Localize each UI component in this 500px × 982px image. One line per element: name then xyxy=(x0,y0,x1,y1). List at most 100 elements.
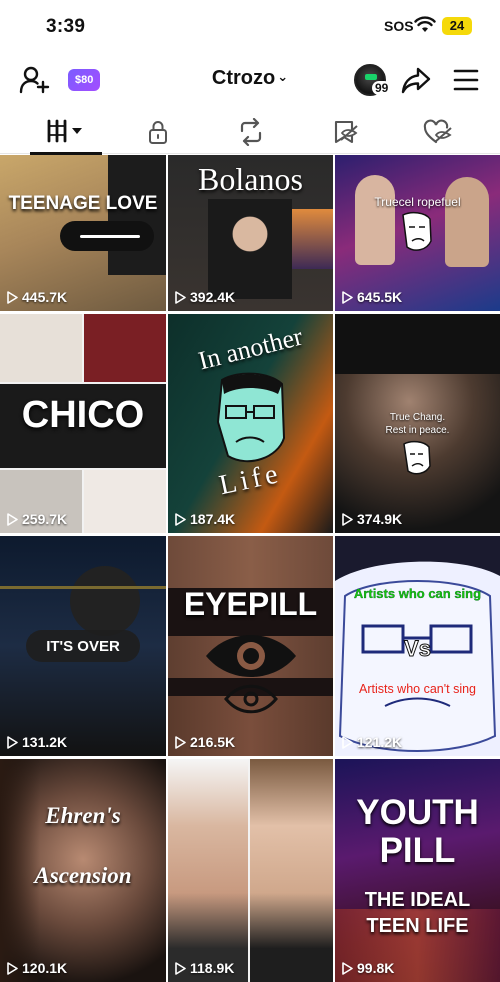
view-count-value: 259.7K xyxy=(22,511,68,527)
thumbnail-caption-mid: Vs xyxy=(404,636,432,662)
thumbnail-caption: Bolanos xyxy=(198,161,303,197)
view-count-value: 392.4K xyxy=(190,289,236,305)
view-count-value: 645.5K xyxy=(357,289,403,305)
view-count-value: 131.2K xyxy=(22,734,68,750)
thumbnail-caption-line1: Ehren's xyxy=(45,803,121,828)
repost-icon xyxy=(240,118,262,146)
view-count-value: 99.8K xyxy=(357,960,395,976)
view-count: 187.4K xyxy=(175,511,235,527)
thumbnail-caption-top: Artists who can sing xyxy=(353,586,482,601)
crying-wojak-icon xyxy=(216,372,286,463)
person-right xyxy=(445,177,489,267)
username: Ctrozo xyxy=(211,67,276,89)
sos-indicator: SOS xyxy=(384,18,414,34)
profile-tabs xyxy=(0,110,500,155)
play-icon xyxy=(175,512,186,526)
thumbnail-caption-line2: Rest in peace. xyxy=(385,425,450,436)
view-count-value: 187.4K xyxy=(190,511,236,527)
head-silhouette xyxy=(70,566,140,636)
play-icon xyxy=(7,735,18,749)
username-switcher[interactable]: Ctrozo ⌄ xyxy=(212,67,288,90)
thumbnail-caption: IT'S OVER xyxy=(46,638,120,655)
view-count-value: 118.9K xyxy=(190,960,235,976)
view-count-value: 445.7K xyxy=(22,289,68,305)
video-thumbnail[interactable]: In another Life 187.4K xyxy=(168,314,333,533)
video-thumbnail[interactable]: IT'S OVER 131.2K xyxy=(0,536,166,756)
share-icon[interactable] xyxy=(401,66,431,94)
hair-shape xyxy=(335,314,500,374)
portrait-right xyxy=(250,759,333,982)
video-grid: TEENAGE LOVE 445.7K Bolanos 392.4K Truec… xyxy=(0,155,500,982)
video-thumbnail[interactable]: CHICO 259.7K xyxy=(0,314,166,533)
thumbnail-caption: EYEPILL xyxy=(183,586,318,622)
video-thumbnail[interactable]: YOUTH PILL THE IDEAL TEEN LIFE 99.8K xyxy=(335,759,500,982)
add-friend-icon[interactable] xyxy=(18,64,50,96)
play-icon xyxy=(7,512,18,526)
wojak-face-icon xyxy=(403,440,431,475)
battery-indicator: 24 xyxy=(442,17,472,35)
thumbnail-caption: CHICO xyxy=(21,394,145,436)
thumbnail-caption: Truecel ropefuel xyxy=(374,195,461,209)
view-count: 259.7K xyxy=(7,511,67,527)
view-count-value: 374.9K xyxy=(357,511,403,527)
thumbnail-caption-line1: True Chang. xyxy=(389,412,446,423)
video-thumbnail[interactable]: Bolanos 392.4K xyxy=(168,155,333,311)
heart-hidden-icon xyxy=(423,119,452,144)
video-thumbnail[interactable]: EYEPILL 216.5K xyxy=(168,536,333,756)
photo-tile xyxy=(0,314,82,382)
tab-reposts[interactable] xyxy=(200,110,300,154)
play-icon xyxy=(7,290,18,304)
figure-silhouette xyxy=(108,155,166,275)
portrait-left xyxy=(168,759,248,982)
play-icon xyxy=(342,961,353,975)
view-count: 121.2K xyxy=(342,734,402,750)
eye-symbol-icon xyxy=(206,635,296,677)
bookmark-hidden-icon xyxy=(334,120,358,144)
wojak-face-icon xyxy=(402,211,432,251)
view-count: 99.8K xyxy=(342,960,394,976)
play-icon xyxy=(7,961,18,975)
notification-count-badge: 99 xyxy=(372,81,392,95)
thumbnail-caption-bottom: Artists who can't sing xyxy=(358,682,477,696)
thumbnail-caption-line2: PILL xyxy=(379,831,456,870)
video-thumbnail[interactable]: Artists who can sing Vs Artists who can'… xyxy=(335,536,500,756)
view-count: 392.4K xyxy=(175,289,235,305)
video-thumbnail[interactable]: Ehren's Ascension 120.1K xyxy=(0,759,166,982)
menu-icon[interactable] xyxy=(453,68,479,92)
view-count: 645.5K xyxy=(342,289,402,305)
video-thumbnail[interactable]: Truecel ropefuel 645.5K xyxy=(335,155,500,311)
thumbnail-caption-line3: THE IDEAL xyxy=(364,889,471,911)
photo-tile xyxy=(84,314,166,382)
tab-favorites[interactable] xyxy=(294,110,394,154)
person-left xyxy=(355,175,395,265)
play-icon xyxy=(175,961,186,975)
tab-videos[interactable] xyxy=(8,110,108,155)
lock-icon xyxy=(149,121,167,144)
tab-liked[interactable] xyxy=(386,110,486,154)
light-streak xyxy=(0,586,166,589)
view-count-value: 216.5K xyxy=(190,734,236,750)
play-icon xyxy=(342,290,353,304)
view-count: 445.7K xyxy=(7,289,67,305)
coins-badge[interactable]: $80 xyxy=(68,69,101,91)
view-count: 374.9K xyxy=(342,511,402,527)
tab-private[interactable] xyxy=(108,110,208,154)
view-count: 216.5K xyxy=(175,734,235,750)
thumbnail-caption: TEENAGE LOVE xyxy=(8,193,158,214)
thumbnail-caption-line4: TEEN LIFE xyxy=(366,915,469,937)
thumbnail-caption-line2: Ascension xyxy=(34,863,132,888)
progress-pill xyxy=(60,221,154,251)
view-count: 120.1K xyxy=(7,960,67,976)
progress-line xyxy=(80,235,140,238)
video-thumbnail[interactable]: TEENAGE LOVE 445.7K xyxy=(0,155,166,311)
video-thumbnail[interactable]: 118.9K xyxy=(168,759,333,982)
sunset-block xyxy=(292,209,333,269)
play-icon xyxy=(342,735,353,749)
play-icon xyxy=(175,735,186,749)
video-thumbnail[interactable]: True Chang. Rest in peace. 374.9K xyxy=(335,314,500,533)
eyes-strip-top xyxy=(168,536,333,588)
play-icon xyxy=(175,290,186,304)
clock: 3:39 xyxy=(46,16,86,37)
view-count-value: 120.1K xyxy=(22,960,68,976)
photo-tile xyxy=(84,470,166,533)
